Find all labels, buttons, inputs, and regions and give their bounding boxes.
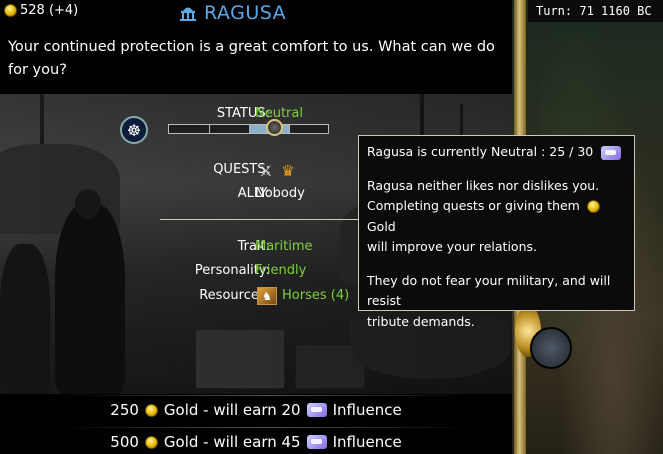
ally-label: ALLY: [237,186,270,201]
trait-value: Maritime [255,239,313,254]
gold-coin-icon [144,435,158,449]
status-label: STATUS: [216,106,270,121]
gift-gold-text: Gold - will earn 20 [163,401,301,419]
tooltip-line: They do not fear your military, and will… [367,272,611,309]
gift-gold-500-button[interactable]: 500 Gold - will earn 45 Influence [0,427,512,454]
gift-gold-250-button[interactable]: 250 Gold - will earn 20 Influence [0,395,512,425]
resources-value: Horses (4) [282,288,350,303]
gift-amount: 500 [110,433,139,451]
influence-meter-knob[interactable] [266,119,283,136]
turn-indicator: Turn: 71 1160 BC [528,0,663,22]
city-title: RAGUSA [178,2,286,24]
tooltip-text: Gold [367,218,396,234]
personality-label: Personality: [194,263,270,278]
maritime-wheel-icon: ☸ [120,116,148,144]
tooltip-line: tribute demands. [367,313,475,329]
tooltip-line: Ragusa neither likes nor dislikes you. [367,177,600,193]
gold-amount: 528 (+4) [20,3,79,18]
crown-icon[interactable]: ♛ [278,161,298,181]
trait-label: Trait: [237,239,270,254]
resources-label: Resources: [199,288,270,303]
greeting-text: Your continued protection is a great com… [8,39,495,78]
quests-icons[interactable]: ⚔ ♛ [256,161,298,181]
horses-icon[interactable]: ♞ [257,287,277,305]
gold-coin-icon [586,200,600,213]
personality-value: Friendly [255,263,307,278]
quests-label: QUESTS: [213,162,270,177]
tooltip-line: will improve your relations. [367,239,537,254]
city-name: RAGUSA [204,2,287,24]
gift-influence-text: Influence [332,401,402,419]
gift-influence-text: Influence [332,433,402,451]
influence-meter[interactable] [168,124,329,134]
influence-icon [306,403,327,417]
ally-value: Nobody [255,186,305,201]
gift-gold-text: Gold - will earn 45 [163,433,301,451]
section-divider [160,219,360,220]
map-unit-icon[interactable] [530,327,572,369]
gift-amount: 250 [110,401,139,419]
tooltip-line: Ragusa is currently Neutral : 25 / 30 [367,142,626,163]
tooltip-status-text: Ragusa is currently Neutral : 25 / 30 [367,144,594,159]
influence-icon [601,145,622,160]
gold-display[interactable]: 528 (+4) [4,3,78,18]
tooltip-text: Completing quests or giving them [367,198,580,213]
gold-coin-icon [4,4,17,17]
status-tooltip: Ragusa is currently Neutral : 25 / 30 Ra… [358,135,635,329]
tooltip-line: Completing quests or giving them Gold [367,196,626,237]
crossed-swords-icon[interactable]: ⚔ [256,161,276,181]
gold-coin-icon [144,403,158,417]
capitol-icon [180,7,196,21]
influence-icon [306,435,327,449]
status-value: Neutral [255,106,303,121]
top-bar: 528 (+4) RAGUSA [0,0,512,26]
